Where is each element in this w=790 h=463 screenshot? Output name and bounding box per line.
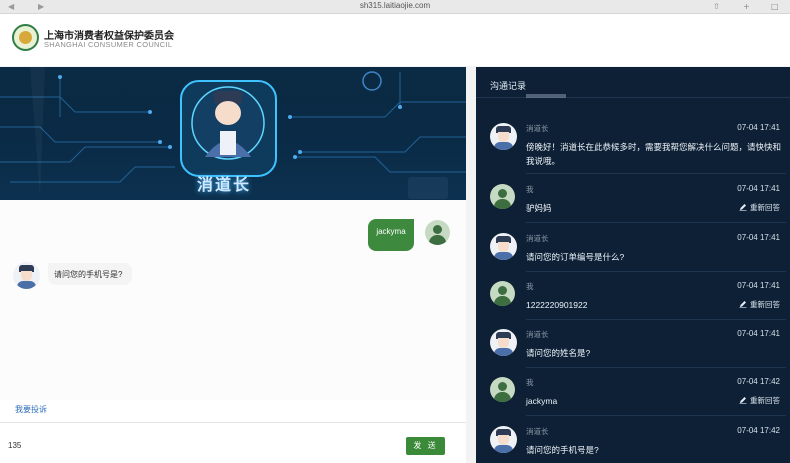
message-time: 07-04 17:41 <box>737 123 780 132</box>
site-header: 上海市消费者权益保护委员会 SHANGHAI CONSUMER COUNCIL <box>0 14 790 66</box>
message-input[interactable]: 135 <box>8 441 21 450</box>
pencil-icon <box>739 301 747 308</box>
org-name-en: SHANGHAI CONSUMER COUNCIL <box>44 40 173 49</box>
truncated-message <box>526 94 566 98</box>
new-tab-icon[interactable]: + <box>743 2 750 11</box>
browser-toolbar: ◀ ▶ sh315.laitiaojie.com ⇧ + □ <box>0 0 790 14</box>
message-time: 07-04 17:41 <box>737 184 780 193</box>
message-time: 07-04 17:41 <box>737 281 780 290</box>
bot-avatar <box>490 233 517 260</box>
bot-avatar <box>490 123 517 150</box>
user-avatar <box>490 377 515 402</box>
message-text: 请问您的手机号是? <box>526 445 599 455</box>
banner-title: 消道长 <box>197 175 252 194</box>
history-title: 沟通记录 <box>490 81 527 91</box>
message-time: 07-04 17:41 <box>737 329 780 338</box>
message-text: 傍晚好！消道长在此恭候多时，需要我帮您解决什么问题，请快快和我说哦。 <box>526 142 782 166</box>
council-logo <box>12 24 39 51</box>
user-avatar <box>425 220 450 245</box>
share-icon[interactable]: ⇧ <box>713 2 720 11</box>
message-time: 07-04 17:42 <box>737 377 780 386</box>
pencil-icon <box>739 204 747 211</box>
sender-name: 消道长 <box>526 427 549 436</box>
sender-name: 我 <box>526 185 534 194</box>
message-text: 请问您的订单编号是什么? <box>526 252 625 262</box>
sender-name: 消道长 <box>526 124 549 133</box>
bot-message-bubble: 请问您的手机号是? <box>48 263 132 285</box>
user-message-bubble: jackyma <box>368 219 414 251</box>
message-time: 07-04 17:42 <box>737 426 780 435</box>
user-avatar <box>490 184 515 209</box>
sender-name: 我 <box>526 378 534 387</box>
bot-avatar <box>490 329 517 356</box>
address-bar[interactable]: sh315.laitiaojie.com <box>0 1 790 10</box>
bot-avatar <box>13 262 40 289</box>
chat-panel: 消道长 jackyma 请问您的手机号是? 我要投诉 135 发 送 <box>0 67 466 463</box>
reanswer-button[interactable]: 重新回答 <box>739 202 780 213</box>
message-text: 请问您的姓名是? <box>526 348 591 358</box>
divider <box>476 97 790 98</box>
user-avatar <box>490 281 515 306</box>
reanswer-button[interactable]: 重新回答 <box>739 299 780 310</box>
sender-name: 消道长 <box>526 234 549 243</box>
divider <box>0 422 466 423</box>
reanswer-button[interactable]: 重新回答 <box>739 395 780 406</box>
bot-avatar <box>490 426 517 453</box>
chat-messages: jackyma 请问您的手机号是? <box>0 200 466 400</box>
complaint-link[interactable]: 我要投诉 <box>15 404 47 415</box>
pencil-icon <box>739 397 747 404</box>
history-panel: 沟通记录 消道长 07-04 17:41 傍晚好！消道长在此恭候多时，需要我帮您… <box>476 67 790 463</box>
sender-name: 消道长 <box>526 330 549 339</box>
send-button[interactable]: 发 送 <box>406 437 445 455</box>
chatbot-banner: 消道长 <box>0 67 466 200</box>
tabs-icon[interactable]: □ <box>771 2 779 11</box>
sender-name: 我 <box>526 282 534 291</box>
message-time: 07-04 17:41 <box>737 233 780 242</box>
